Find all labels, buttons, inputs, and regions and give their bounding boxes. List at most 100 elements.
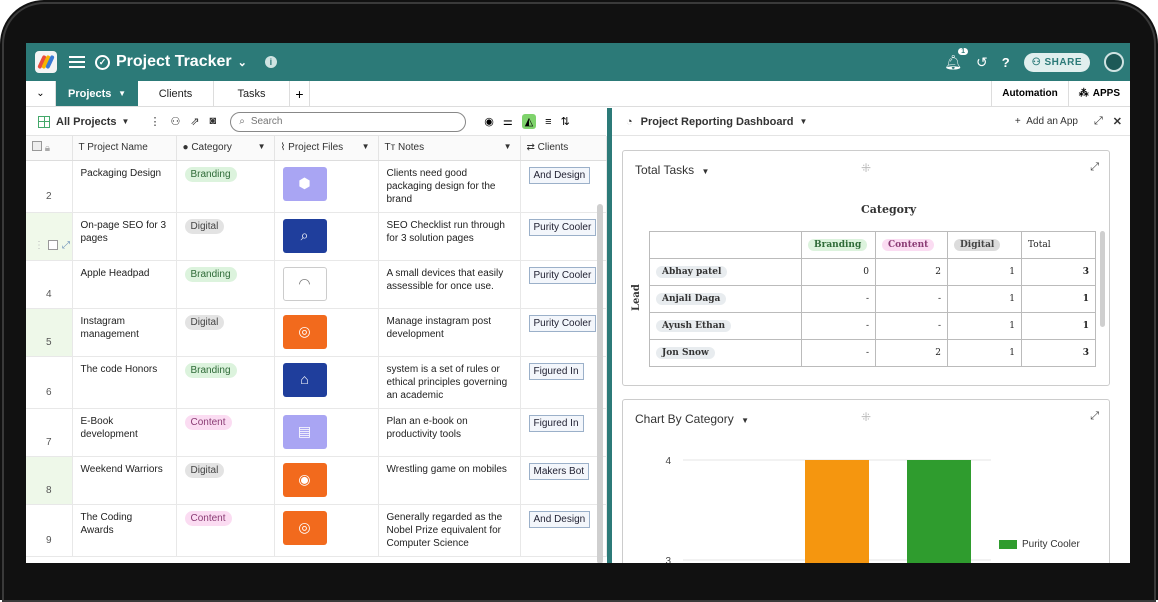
cell-clients[interactable]: And Design (520, 160, 607, 213)
info-icon[interactable]: i (264, 56, 277, 68)
cell-clients[interactable]: And Design (520, 504, 607, 557)
cell-notes[interactable]: Wrestling game on mobiles (378, 456, 521, 505)
camera-icon[interactable]: ◙ (210, 115, 217, 128)
expand-row-icon[interactable]: ⤢ (62, 239, 70, 252)
apps-button[interactable]: ⁂ APPS (1067, 81, 1130, 106)
target-icon[interactable]: ◉ (282, 462, 327, 497)
cell-clients[interactable]: Figured In (520, 356, 607, 409)
tab-clients[interactable]: Clients (138, 81, 214, 106)
cell-project-files[interactable]: ▤ (274, 408, 379, 457)
cell-notes[interactable]: SEO Checklist run through for 3 solution… (378, 212, 521, 261)
cell-project-name[interactable]: On-page SEO for 3 pages (72, 212, 177, 261)
view-selector[interactable]: All Projects ▼ (38, 115, 129, 128)
menu-icon[interactable] (69, 53, 85, 71)
instagram-icon[interactable]: ◎ (282, 510, 327, 545)
dashboard-title[interactable]: Project Reporting Dashboard (641, 116, 794, 128)
add-app-button[interactable]: + Add an App (1015, 116, 1078, 127)
table-row[interactable]: 2 Packaging Design Branding ⬢ Clients ne… (26, 160, 607, 213)
table-row[interactable]: 4 Apple Headpad Branding ◠ A small devic… (26, 260, 607, 309)
close-icon[interactable]: ✕ (1113, 115, 1122, 128)
cell-category[interactable]: Branding (176, 260, 275, 309)
chart-bar[interactable] (907, 460, 971, 563)
sort-icon[interactable]: ⇅ (561, 115, 570, 128)
cell-clients[interactable]: Purity Cooler (520, 260, 607, 309)
column-header-project-name[interactable]: T Project Name (72, 136, 177, 161)
cell-notes[interactable]: Clients need good packaging design for t… (378, 160, 521, 213)
hide-fields-icon[interactable]: ◉ (484, 115, 494, 128)
column-header-notes[interactable]: Tт Notes ▼ (378, 136, 521, 161)
client-chip[interactable]: Figured In (528, 362, 584, 380)
chevron-down-icon[interactable]: ▼ (701, 167, 709, 176)
column-menu-icon[interactable]: ▼ (258, 142, 266, 151)
cell-project-name[interactable]: Weekend Warriors (72, 456, 177, 505)
cell-project-files[interactable]: ⌂ (274, 356, 379, 409)
column-header-clients[interactable]: ⇄ Clients (520, 136, 607, 161)
expand-icon[interactable]: ⤢ (1090, 410, 1099, 423)
collapse-chevron-icon[interactable]: ⌄ (26, 81, 56, 106)
client-chip[interactable]: And Design (528, 510, 591, 528)
chart-legend[interactable]: Purity Cooler (999, 539, 1080, 550)
cell-clients[interactable]: Figured In (520, 408, 607, 457)
widget-title[interactable]: Total Tasks ▼ (635, 163, 709, 177)
cell-project-name[interactable]: Packaging Design (72, 160, 177, 213)
instagram-icon[interactable]: ◎ (282, 314, 327, 349)
cell-category[interactable]: Branding (176, 356, 275, 409)
cell-notes[interactable]: Plan an e-book on productivity tools (378, 408, 521, 457)
cell-project-files[interactable]: ⌕ (274, 212, 379, 261)
cell-project-files[interactable]: ◠ (274, 260, 379, 309)
cell-category[interactable]: Content (176, 408, 275, 457)
cell-project-name[interactable]: The Coding Awards (72, 504, 177, 557)
cell-notes[interactable]: system is a set of rules or ethical prin… (378, 356, 521, 409)
column-menu-icon[interactable]: ▼ (504, 142, 512, 151)
more-options-icon[interactable]: ⋮ (149, 115, 160, 128)
expand-icon[interactable]: ⤢ (1090, 161, 1099, 174)
notification-bell-icon[interactable]: 🔔︎ 1 (944, 47, 969, 71)
cell-category[interactable]: Branding (176, 160, 275, 213)
table-row[interactable]: 7 E-Book development Content ▤ Plan an e… (26, 408, 607, 457)
table-row[interactable]: 8 Weekend Warriors Digital ◉ Wrestling g… (26, 456, 607, 505)
drag-handle-icon[interactable]: ⋮ (34, 239, 44, 252)
cell-project-name[interactable]: Instagram management (72, 308, 177, 357)
row-checkbox[interactable] (48, 240, 58, 250)
settings-sliders-icon[interactable]: ⚌ (503, 115, 513, 128)
add-tab-button[interactable]: + (290, 81, 310, 106)
automation-button[interactable]: Automation (991, 81, 1068, 106)
cell-project-name[interactable]: E-Book development (72, 408, 177, 457)
filter-icon[interactable]: ≡ (545, 116, 551, 128)
cell-project-files[interactable]: ◎ (274, 308, 379, 357)
checkbox-icon[interactable] (32, 141, 42, 152)
column-menu-icon[interactable]: ▼ (362, 142, 370, 151)
cell-category[interactable]: Digital (176, 456, 275, 505)
seo-icon[interactable]: ⌕ (282, 218, 327, 253)
table-row[interactable]: 6 The code Honors Branding ⌂ system is a… (26, 356, 607, 409)
share-view-icon[interactable]: ⇗ (190, 115, 199, 128)
page-title[interactable]: ✓ Project Tracker ⌄ i (95, 53, 277, 71)
widget-title[interactable]: Chart By Category ▼ (635, 412, 749, 426)
history-icon[interactable]: ↺ (976, 54, 988, 71)
chevron-down-icon[interactable]: ⌄ (238, 56, 247, 69)
cell-project-name[interactable]: The code Honors (72, 356, 177, 409)
tab-projects[interactable]: Projects ▼ (56, 81, 138, 106)
client-chip[interactable]: Purity Cooler (528, 266, 597, 284)
select-all-header[interactable]: 🔒︎ (26, 136, 73, 161)
table-row[interactable]: 9 The Coding Awards Content ◎ Generally … (26, 504, 607, 557)
users-icon[interactable]: ⚇ (170, 115, 180, 128)
client-chip[interactable]: Figured In (528, 414, 584, 432)
cell-project-name[interactable]: Apple Headpad (72, 260, 177, 309)
cell-category[interactable]: Content (176, 504, 275, 557)
cell-notes[interactable]: Manage instagram post development (378, 308, 521, 357)
presentation-icon[interactable]: ⌂ (282, 362, 327, 397)
chart-bar[interactable] (805, 460, 869, 563)
expand-icon[interactable]: ⤢ (1094, 115, 1103, 128)
cell-clients[interactable]: Purity Cooler (520, 212, 607, 261)
tab-dropdown-icon[interactable]: ▼ (118, 89, 126, 98)
column-header-project-files[interactable]: ⌇ Project Files ▼ (274, 136, 379, 161)
paint-bucket-icon[interactable]: ◭ (521, 114, 537, 129)
cell-notes[interactable]: A small devices that easily assessible f… (378, 260, 521, 309)
headphones-icon[interactable]: ◠ (282, 266, 327, 301)
share-button[interactable]: ⚇ SHARE (1023, 52, 1090, 72)
client-chip[interactable]: Makers Bot (528, 462, 590, 480)
cell-project-files[interactable]: ◎ (274, 504, 379, 557)
cell-clients[interactable]: Purity Cooler (520, 308, 607, 357)
avatar[interactable] (1104, 52, 1124, 72)
